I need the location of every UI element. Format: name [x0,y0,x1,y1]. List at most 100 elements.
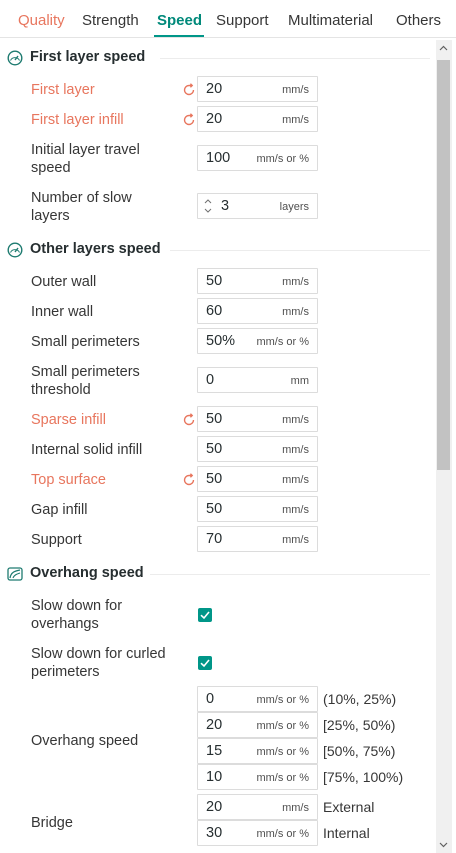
tab-bar: Quality Strength Speed Support Multimate… [0,0,456,38]
field-value: 30 [206,825,223,841]
field-unit: mm/s [282,474,309,486]
initial-layer-travel-speed-input[interactable]: 100 mm/s or % [197,145,318,171]
scroll-up-arrow-icon[interactable] [439,44,448,53]
field-value: 50 [206,441,223,457]
internal-solid-infill-input[interactable]: 50 mm/s [197,436,318,462]
field-unit: mm/s [282,802,309,814]
tab-support[interactable]: Support [216,12,269,29]
small-perimeters-input[interactable]: 50% mm/s or % [197,328,318,354]
field-value: 20 [206,717,223,733]
field-unit: mm/s or % [256,746,309,758]
top-surface-input[interactable]: 50 mm/s [197,466,318,492]
slow-down-overhangs-checkbox[interactable] [198,608,212,622]
section-other-layers-speed: Other layers speed [0,239,432,261]
checkmark-icon [200,611,210,620]
field-value: 0 [206,691,215,707]
section-title: Other layers speed [30,241,161,257]
reset-icon[interactable] [182,473,196,487]
top-surface-label: Top surface [31,472,106,488]
field-value: 50 [206,411,223,427]
first-layer-input[interactable]: 20 mm/s [197,76,318,102]
section-divider [160,58,430,59]
overhang-range-label: [75%, 100%) [323,769,404,785]
reset-icon[interactable] [182,413,196,427]
field-unit: mm [290,375,309,387]
active-tab-indicator [154,35,204,37]
field-value: 20 [206,111,223,127]
overhang-speed-25-50-input[interactable]: 20 mm/s or % [197,712,318,738]
section-first-layer-speed: First layer speed [0,47,432,69]
field-value: 50 [206,273,223,289]
overhang-speed-50-75-input[interactable]: 15 mm/s or % [197,738,318,764]
field-unit: mm/s [282,114,309,126]
field-value: 50 [206,471,223,487]
slow-down-curled-perimeters-label: Slow down for curled perimeters [31,646,166,680]
bridge-label: Bridge [31,815,73,831]
first-layer-infill-label: First layer infill [31,112,124,128]
internal-solid-infill-label: Internal solid infill [31,442,143,458]
stepper-arrows-icon[interactable] [204,197,212,215]
slow-down-overhangs-label: Slow down for overhangs [31,598,123,632]
tab-quality[interactable]: Quality [18,12,65,29]
overhang-range-label: [25%, 50%) [323,717,396,733]
field-value: 3 [221,198,230,214]
bridge-internal-input[interactable]: 30 mm/s or % [197,820,318,846]
checkmark-icon [200,659,210,668]
section-title: Overhang speed [30,565,144,581]
field-value: 20 [206,81,223,97]
outer-wall-input[interactable]: 50 mm/s [197,268,318,294]
tab-speed[interactable]: Speed [157,12,202,29]
bridge-external-input[interactable]: 20 mm/s [197,794,318,820]
small-perimeters-threshold-input[interactable]: 0 mm [197,367,318,393]
support-input[interactable]: 70 mm/s [197,526,318,552]
bridge-internal-note: Internal [323,825,370,841]
scroll-down-arrow-icon[interactable] [439,840,448,849]
initial-layer-travel-speed-label: Initial layer travel speed [31,142,140,176]
overhang-speed-75-100-input[interactable]: 10 mm/s or % [197,764,318,790]
slow-down-curled-perimeters-checkbox[interactable] [198,656,212,670]
tab-multimaterial[interactable]: Multimaterial [288,12,373,29]
field-unit: mm/s [282,276,309,288]
field-value: 10 [206,769,223,785]
field-unit: mm/s or % [256,336,309,348]
sparse-infill-label: Sparse infill [31,412,106,428]
small-perimeters-label: Small perimeters [31,334,140,350]
reset-icon[interactable] [182,113,196,127]
bridge-external-note: External [323,799,375,815]
field-value: 100 [206,150,231,166]
field-value: 50 [206,501,223,517]
overhang-speed-label: Overhang speed [31,733,139,749]
inner-wall-input[interactable]: 60 mm/s [197,298,318,324]
field-unit: mm/s [282,444,309,456]
field-unit: layers [279,201,309,213]
overhang-range-label: (10%, 25%) [323,691,397,707]
overhang-speed-10-25-input[interactable]: 0 mm/s or % [197,686,318,712]
tab-others[interactable]: Others [396,12,441,29]
sparse-infill-input[interactable]: 50 mm/s [197,406,318,432]
gap-infill-input[interactable]: 50 mm/s [197,496,318,522]
field-unit: mm/s or % [256,153,309,165]
speedometer-icon [7,50,23,66]
field-unit: mm/s or % [256,694,309,706]
field-value: 15 [206,743,223,759]
support-label: Support [31,532,82,548]
field-value: 20 [206,799,223,815]
first-layer-infill-input[interactable]: 20 mm/s [197,106,318,132]
gap-infill-label: Gap infill [31,502,88,518]
scrollbar-thumb[interactable] [437,60,450,470]
section-title: First layer speed [30,49,146,65]
number-of-slow-layers-label: Number of slow layers [31,190,132,224]
field-unit: mm/s or % [256,720,309,732]
field-value: 0 [206,372,215,388]
small-perimeters-threshold-label: Small perimeters threshold [31,364,140,398]
field-unit: mm/s [282,84,309,96]
overhang-icon [7,567,23,581]
first-layer-label: First layer [31,82,95,98]
tab-strength[interactable]: Strength [82,12,139,29]
number-of-slow-layers-stepper[interactable]: 3 layers [197,193,318,219]
reset-icon[interactable] [182,83,196,97]
outer-wall-label: Outer wall [31,274,97,290]
field-unit: mm/s [282,414,309,426]
field-unit: mm/s [282,534,309,546]
field-value: 50% [206,333,236,349]
